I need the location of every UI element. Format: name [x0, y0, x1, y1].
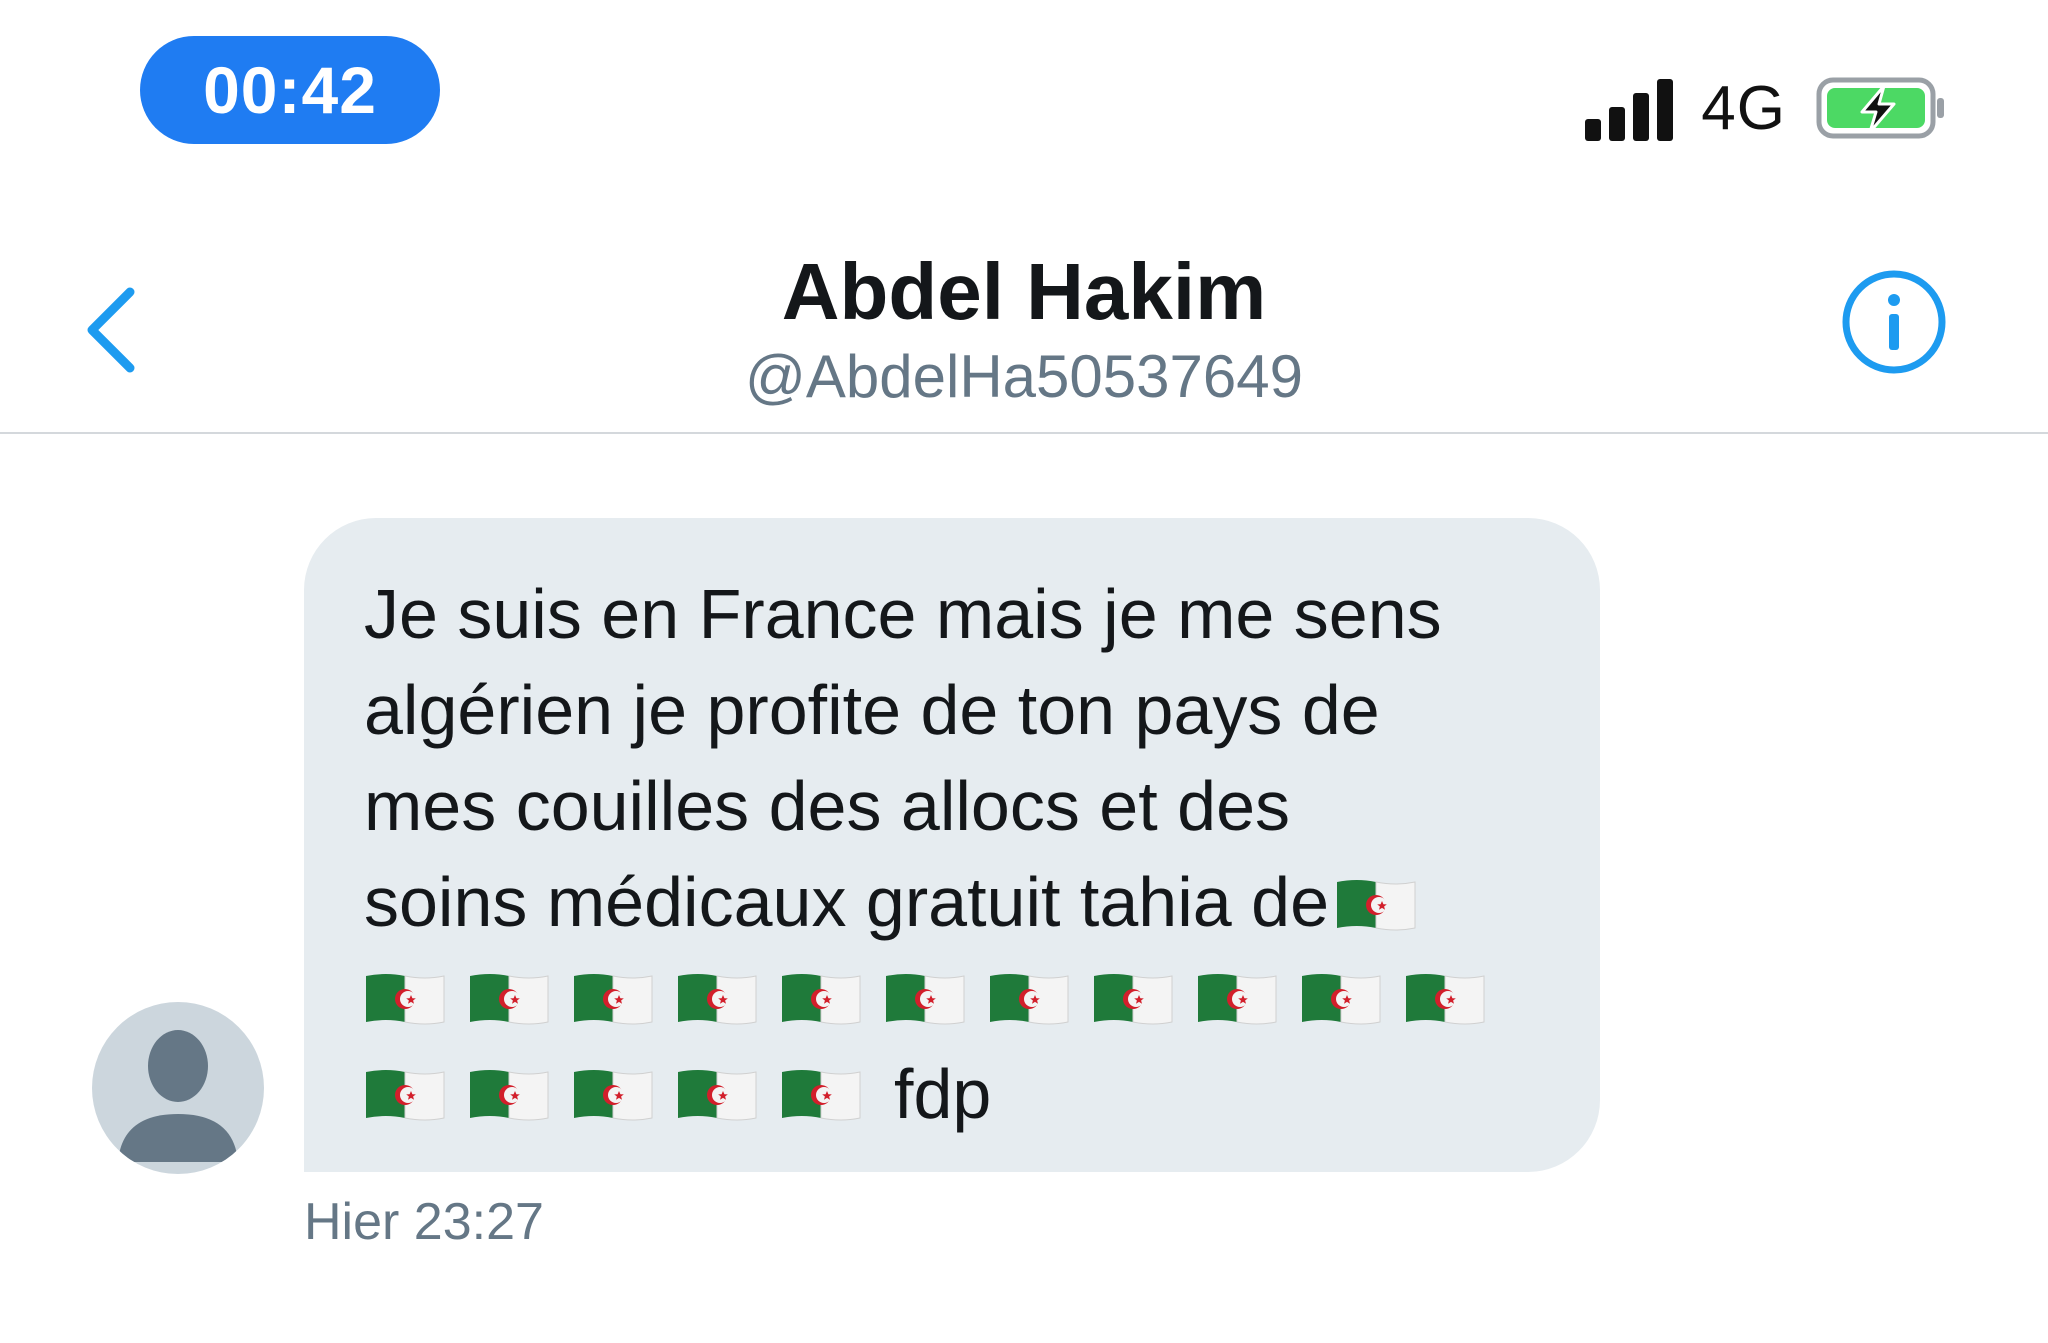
info-icon[interactable]	[1840, 268, 1948, 376]
flag-algeria-icon	[780, 970, 862, 1026]
message-body: Je suis en France mais je me sens algéri…	[364, 575, 1442, 941]
message-bubble[interactable]: Je suis en France mais je me sens algéri…	[304, 518, 1600, 1172]
default-user-icon	[118, 1030, 238, 1162]
sender-avatar[interactable]	[92, 1002, 264, 1174]
flag-algeria-icon	[988, 970, 1070, 1026]
network-type: 4G	[1701, 73, 1786, 143]
flag-row	[364, 950, 1560, 1046]
flag-algeria-icon	[1335, 860, 1417, 931]
flag-algeria-icon	[572, 1066, 654, 1122]
flag-algeria-icon	[468, 1066, 550, 1122]
flag-algeria-icon	[364, 970, 446, 1026]
flag-algeria-icon	[1300, 970, 1382, 1026]
flag-algeria-icon	[1092, 970, 1174, 1026]
flag-algeria-icon	[468, 970, 550, 1026]
status-time: 00:42	[140, 36, 440, 144]
flag-row: fdp	[364, 1046, 1560, 1142]
conversation-header: Abdel Hakim @AbdelHa50537649	[0, 220, 2048, 434]
signal-strength-icon	[1585, 75, 1674, 141]
contact-handle[interactable]: @AbdelHa50537649	[0, 342, 2048, 411]
flag-algeria-icon	[676, 970, 758, 1026]
status-indicators: 4G	[1585, 68, 1948, 148]
message-tail-text: fdp	[894, 1055, 992, 1133]
battery-charging-icon	[1816, 77, 1944, 139]
flag-algeria-icon	[676, 1066, 758, 1122]
flag-algeria-icon	[364, 1066, 446, 1122]
flag-algeria-icon	[1196, 970, 1278, 1026]
flag-algeria-icon	[780, 1066, 862, 1122]
message-text: Je suis en France mais je me sens algéri…	[364, 566, 1560, 950]
flag-algeria-icon	[884, 970, 966, 1026]
flag-algeria-icon	[572, 970, 654, 1026]
message-timestamp: Hier 23:27	[304, 1193, 544, 1251]
flag-algeria-icon	[1404, 970, 1486, 1026]
contact-name[interactable]: Abdel Hakim	[0, 246, 2048, 338]
